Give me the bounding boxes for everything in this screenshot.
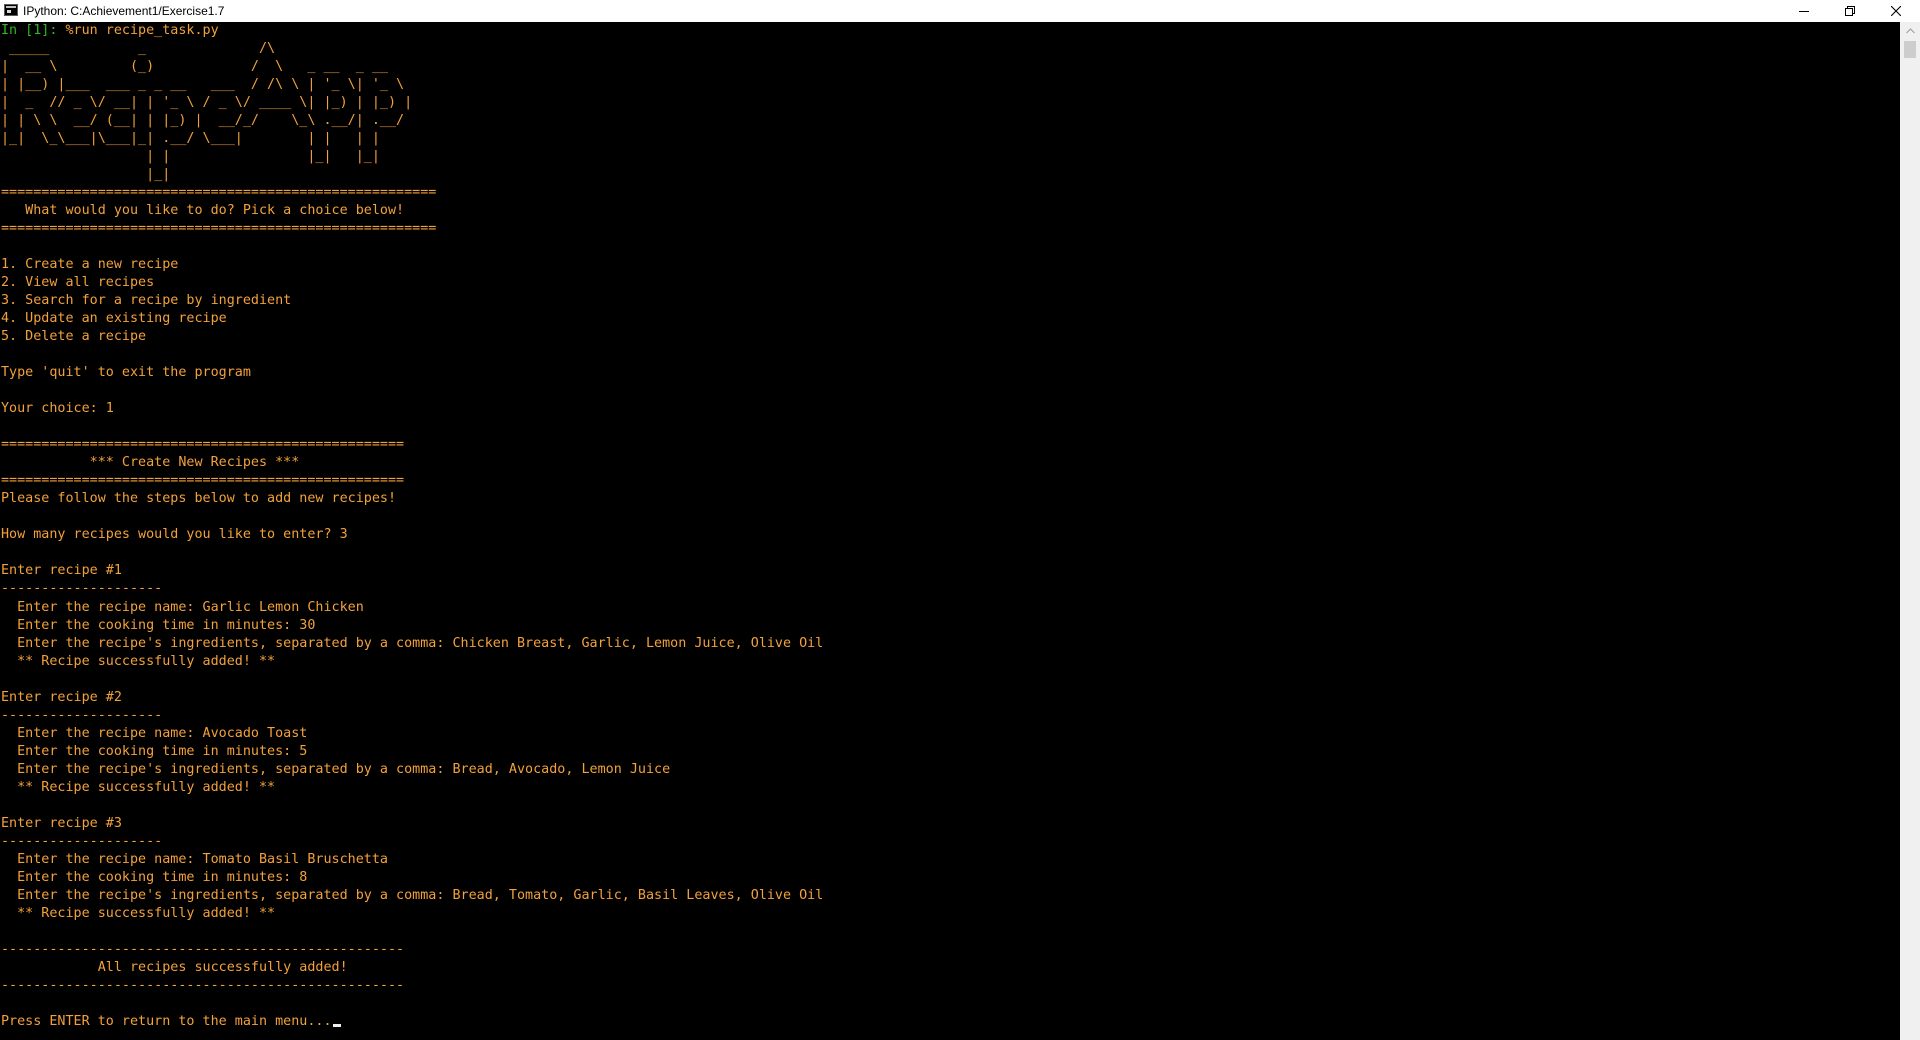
console-app-icon[interactable]	[4, 4, 18, 16]
close-icon	[1891, 6, 1901, 16]
recipe-divider: --------------------	[1, 833, 163, 849]
menu-rule: ========================================…	[1, 221, 437, 237]
menu-option: 3. Search for a recipe by ingredient	[1, 293, 292, 309]
menu-option: 5. Delete a recipe	[1, 329, 147, 345]
ascii-banner-line: | __ \ (_) / \ _ __ _ __	[1, 59, 388, 75]
recipe-ingredients-line: Enter the recipe's ingredients, separate…	[1, 761, 671, 777]
ascii-banner-line: | | |_| |_|	[1, 149, 380, 165]
recipe-success-line: ** Recipe successfully added! **	[1, 779, 276, 795]
menu-option: 2. View all recipes	[1, 275, 155, 291]
ascii-banner-line: |_| \_\___|\___|_| .__/ \___| | | | |	[1, 131, 380, 147]
section-rule: ========================================…	[1, 437, 405, 453]
recipe-name-line: Enter the recipe name: Garlic Lemon Chic…	[1, 599, 364, 615]
recipe-header: Enter recipe #1	[1, 563, 122, 579]
close-button[interactable]	[1873, 0, 1919, 22]
section-rule: ========================================…	[1, 473, 405, 489]
recipe-success-line: ** Recipe successfully added! **	[1, 905, 276, 921]
section-intro: Please follow the steps below to add new…	[1, 491, 397, 507]
text-cursor[interactable]	[332, 1023, 341, 1027]
recipe-time-line: Enter the cooking time in minutes: 30	[1, 617, 316, 633]
done-rule: ----------------------------------------…	[1, 977, 405, 993]
ascii-banner-line: | | \ \ __/ (__| | |_) | __/_/ \_\ .__/|…	[1, 113, 405, 129]
ascii-banner-line: | |__) |___ ___ _ _ __ ___ / /\ \ | '_ \…	[1, 77, 405, 93]
recipe-name-line: Enter the recipe name: Avocado Toast	[1, 725, 308, 741]
console-window: IPython: C:Achievement1/Exercise1.7 In […	[0, 0, 1920, 1040]
choice-line: Your choice: 1	[1, 401, 114, 417]
recipe-time-line: Enter the cooking time in minutes: 8	[1, 869, 308, 885]
restore-button[interactable]	[1827, 0, 1873, 22]
menu-rule: ========================================…	[1, 185, 437, 201]
recipe-divider: --------------------	[1, 707, 163, 723]
window-title: IPython: C:Achievement1/Exercise1.7	[23, 4, 225, 18]
recipe-name-line: Enter the recipe name: Tomato Basil Brus…	[1, 851, 388, 867]
recipe-count-line: How many recipes would you like to enter…	[1, 527, 348, 543]
title-bar[interactable]: IPython: C:Achievement1/Exercise1.7	[0, 0, 1920, 23]
quit-hint: Type 'quit' to exit the program	[1, 365, 251, 381]
minimize-icon	[1799, 11, 1809, 12]
recipe-time-line: Enter the cooking time in minutes: 5	[1, 743, 308, 759]
console-output-area[interactable]: In [1]: %run recipe_task.py _____ _ /\ |…	[0, 22, 1900, 1040]
done-message: All recipes successfully added!	[1, 959, 348, 975]
vertical-scrollbar[interactable]	[1900, 22, 1920, 1040]
scrollbar-thumb[interactable]	[1904, 41, 1916, 58]
recipe-divider: --------------------	[1, 581, 163, 597]
recipe-ingredients-line: Enter the recipe's ingredients, separate…	[1, 635, 824, 651]
console-output: In [1]: %run recipe_task.py _____ _ /\ |…	[0, 22, 1900, 1031]
recipe-header: Enter recipe #3	[1, 815, 122, 831]
ascii-banner-line: _____ _ /\	[1, 41, 276, 57]
recipe-ingredients-line: Enter the recipe's ingredients, separate…	[1, 887, 824, 903]
restore-icon	[1845, 6, 1855, 16]
done-rule: ----------------------------------------…	[1, 941, 405, 957]
return-prompt: Press ENTER to return to the main menu..…	[1, 1013, 332, 1029]
scroll-up-button[interactable]	[1900, 22, 1920, 39]
menu-option: 4. Update an existing recipe	[1, 311, 227, 327]
scroll-up-arrow-icon	[1905, 27, 1915, 33]
recipe-success-line: ** Recipe successfully added! **	[1, 653, 276, 669]
run-command: %run recipe_task.py	[57, 23, 219, 38]
ascii-banner-line: |_|	[1, 167, 171, 183]
menu-heading: What would you like to do? Pick a choice…	[1, 203, 405, 219]
recipe-header: Enter recipe #2	[1, 689, 122, 705]
prompt-label: In [1]:	[1, 23, 58, 38]
menu-option: 1. Create a new recipe	[1, 257, 179, 273]
ascii-banner-line: | _ // _ \/ __| | '_ \ / _ \/ ____ \| |_…	[1, 95, 413, 111]
minimize-button[interactable]	[1781, 0, 1827, 22]
section-heading: *** Create New Recipes ***	[1, 455, 300, 471]
